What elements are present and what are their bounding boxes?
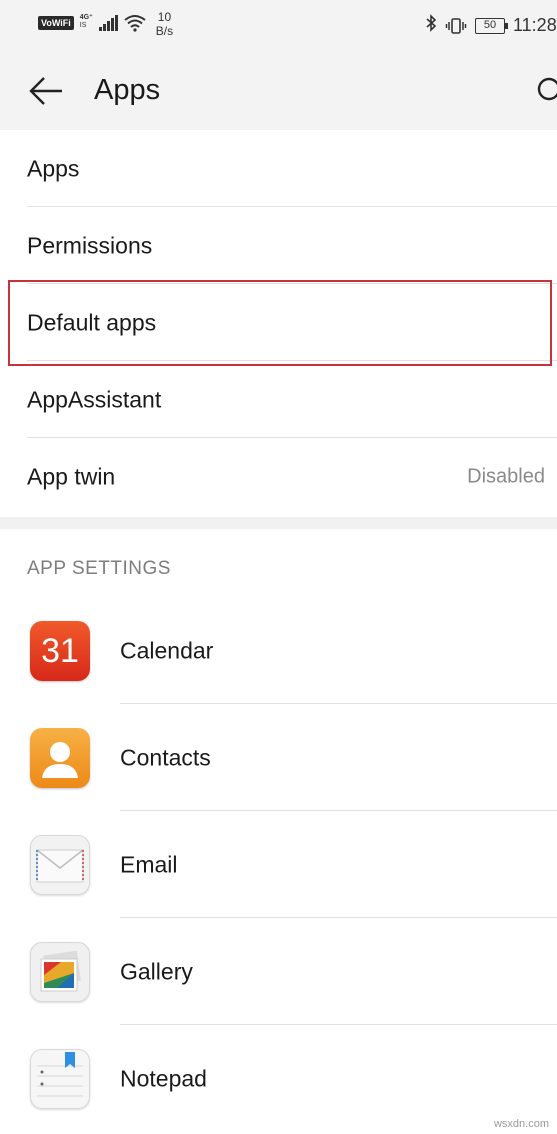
- menu-item-appassistant[interactable]: AppAssistant: [0, 361, 557, 438]
- bluetooth-icon: [425, 14, 437, 37]
- menu-item-permissions[interactable]: Permissions: [0, 207, 557, 284]
- search-icon[interactable]: [536, 76, 557, 106]
- notepad-icon: [30, 1048, 90, 1109]
- gallery-icon: [30, 941, 90, 1002]
- battery-icon: 50: [475, 17, 508, 34]
- network-indicator: 4G⁺ IS: [80, 14, 93, 30]
- app-row-notepad[interactable]: Notepad: [0, 1025, 557, 1132]
- speed-value: 10: [157, 10, 172, 24]
- network-type: 4G⁺: [79, 14, 93, 21]
- network-speed: 10 B/s: [156, 10, 173, 38]
- status-left: VoWiFi 4G⁺ IS 10 B/s: [38, 10, 173, 38]
- menu-item-label: Permissions: [27, 232, 153, 258]
- menu-item-app-twin[interactable]: App twin Disabled: [0, 438, 557, 515]
- vowifi-indicator: VoWiFi: [38, 16, 74, 30]
- page-title: Apps: [94, 74, 161, 106]
- app-twin-status: Disabled: [467, 465, 545, 487]
- contacts-icon: [30, 727, 90, 788]
- email-icon: [30, 834, 90, 895]
- app-bar: Apps: [0, 52, 557, 130]
- app-row-gallery[interactable]: Gallery: [0, 918, 557, 1025]
- signal-icon: [98, 15, 118, 31]
- menu-item-label: Apps: [27, 155, 80, 181]
- section-separator: [0, 517, 557, 529]
- speed-unit: B/s: [155, 24, 174, 38]
- app-name: Calendar: [120, 637, 214, 663]
- app-row-email[interactable]: Email: [0, 811, 557, 918]
- menu-item-label: Default apps: [27, 309, 157, 335]
- menu-item-label: AppAssistant: [27, 386, 162, 412]
- back-arrow-icon[interactable]: [28, 74, 64, 108]
- app-name: Email: [120, 851, 178, 877]
- app-row-contacts[interactable]: Contacts: [0, 704, 557, 811]
- section-header-app-settings: APP SETTINGS: [27, 558, 171, 579]
- vibrate-icon: [445, 17, 467, 35]
- status-right: 50 11:28: [425, 14, 557, 37]
- app-name: Notepad: [120, 1065, 207, 1091]
- network-sub: IS: [79, 22, 87, 29]
- app-row-calendar[interactable]: 31 Calendar: [0, 597, 557, 704]
- wifi-icon: [124, 14, 146, 37]
- clock: 11:28: [513, 15, 557, 35]
- app-name: Gallery: [120, 958, 193, 984]
- calendar-icon: 31: [30, 620, 90, 681]
- watermark: wsxdn.com: [493, 1118, 549, 1130]
- menu-item-default-apps[interactable]: Default apps: [0, 284, 557, 361]
- app-name: Contacts: [120, 744, 211, 770]
- menu-item-apps[interactable]: Apps: [0, 130, 557, 207]
- status-bar: VoWiFi 4G⁺ IS 10 B/s 50 11:28: [0, 0, 557, 52]
- menu-item-label: App twin: [27, 463, 116, 489]
